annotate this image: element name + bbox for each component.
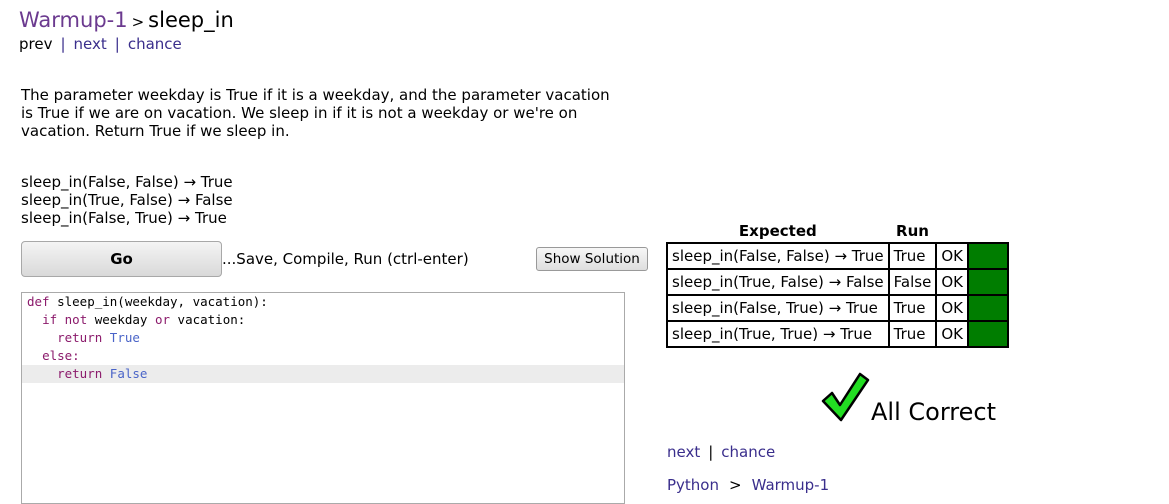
code-line: return True bbox=[22, 329, 624, 347]
breadcrumb-separator: > bbox=[729, 476, 742, 494]
table-row: sleep_in(True, False) → False False OK bbox=[666, 268, 1009, 296]
problem-description: The parameter weekday is True if it is a… bbox=[21, 86, 610, 140]
code-constant: False bbox=[109, 366, 148, 381]
code-text: vacation: bbox=[170, 312, 246, 327]
code-text: sleep_in(weekday, vacation): bbox=[49, 294, 268, 309]
examples: sleep_in(False, False) → True sleep_in(T… bbox=[21, 173, 233, 227]
go-hint: ...Save, Compile, Run (ctrl-enter) bbox=[222, 250, 469, 268]
nav-divider: | bbox=[114, 35, 120, 53]
code-line-active: return False bbox=[22, 365, 624, 383]
status-indicator bbox=[966, 268, 1009, 296]
run-cell: True bbox=[887, 242, 938, 270]
header-expected: Expected bbox=[738, 222, 817, 240]
next-link[interactable]: next bbox=[667, 443, 700, 461]
warmup-link[interactable]: Warmup-1 bbox=[752, 476, 830, 494]
nav-divider: | bbox=[708, 443, 714, 461]
code-line: else: bbox=[22, 347, 624, 365]
code-line: def sleep_in(weekday, vacation): bbox=[22, 293, 624, 311]
checkmark-icon bbox=[820, 371, 870, 427]
chance-link[interactable]: chance bbox=[128, 35, 182, 53]
breadcrumb-separator: > bbox=[131, 13, 145, 31]
results-table: Expected Run sleep_in(False, False) → Tr… bbox=[666, 222, 1009, 348]
ok-cell: OK bbox=[935, 320, 969, 348]
bottom-nav: next | chance bbox=[667, 443, 775, 461]
problem-nav: prev | next | chance bbox=[19, 35, 182, 53]
code-keyword: def bbox=[27, 294, 50, 309]
ok-cell: OK bbox=[935, 268, 969, 296]
next-link[interactable]: next bbox=[74, 35, 107, 53]
show-solution-button[interactable]: Show Solution bbox=[536, 247, 648, 271]
status-indicator bbox=[966, 294, 1009, 322]
page-title: sleep_in bbox=[148, 8, 234, 32]
code-keyword: return bbox=[57, 366, 103, 381]
expected-cell: sleep_in(True, False) → False bbox=[666, 268, 890, 296]
code-keyword: if bbox=[42, 312, 58, 327]
table-row: sleep_in(True, True) → True True OK bbox=[666, 320, 1009, 348]
expected-cell: sleep_in(False, False) → True bbox=[666, 242, 890, 270]
nav-divider: | bbox=[60, 35, 66, 53]
breadcrumb: Warmup-1 > sleep_in bbox=[19, 8, 234, 32]
example-line: sleep_in(True, False) → False bbox=[21, 191, 233, 209]
example-line: sleep_in(False, True) → True bbox=[21, 209, 227, 227]
ok-cell: OK bbox=[935, 294, 969, 322]
chance-link[interactable]: chance bbox=[721, 443, 775, 461]
run-cell: True bbox=[887, 294, 938, 322]
python-link[interactable]: Python bbox=[667, 476, 719, 494]
all-correct-label: All Correct bbox=[871, 398, 996, 426]
code-keyword: else: bbox=[42, 348, 80, 363]
code-keyword: not bbox=[64, 312, 88, 327]
code-keyword: return bbox=[57, 330, 103, 345]
prev-link[interactable]: prev bbox=[19, 35, 52, 53]
code-keyword: or bbox=[154, 312, 171, 327]
ok-cell: OK bbox=[935, 242, 969, 270]
go-button[interactable]: Go bbox=[21, 241, 222, 277]
run-cell: False bbox=[887, 268, 938, 296]
expected-cell: sleep_in(True, True) → True bbox=[666, 320, 890, 348]
status-indicator bbox=[966, 242, 1009, 270]
table-row: sleep_in(False, True) → True True OK bbox=[666, 294, 1009, 322]
code-line: if not weekday or vacation: bbox=[22, 311, 624, 329]
code-text: weekday bbox=[87, 312, 155, 327]
bottom-breadcrumb: Python > Warmup-1 bbox=[667, 476, 829, 494]
code-constant: True bbox=[109, 330, 140, 345]
table-row: sleep_in(False, False) → True True OK bbox=[666, 242, 1009, 270]
run-cell: True bbox=[887, 320, 938, 348]
header-run: Run bbox=[896, 222, 929, 240]
status-indicator bbox=[966, 320, 1009, 348]
breadcrumb-section-link[interactable]: Warmup-1 bbox=[19, 8, 128, 32]
example-line: sleep_in(False, False) → True bbox=[21, 173, 233, 191]
code-editor[interactable]: def sleep_in(weekday, vacation): if not … bbox=[21, 292, 625, 504]
expected-cell: sleep_in(False, True) → True bbox=[666, 294, 890, 322]
